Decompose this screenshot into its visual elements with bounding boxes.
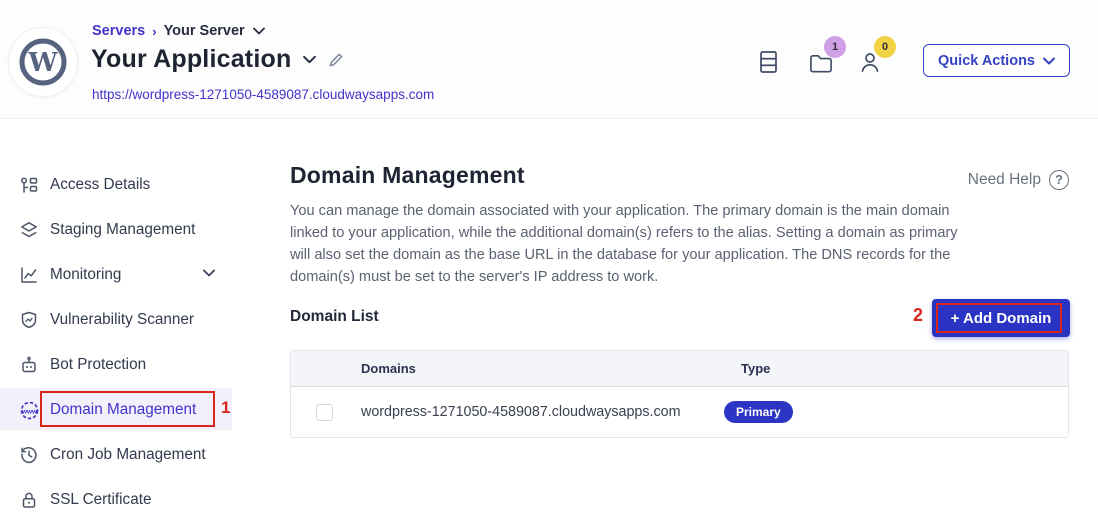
user-count-badge: 0	[874, 36, 896, 58]
shield-icon	[19, 310, 39, 330]
sidebar-item-label: Vulnerability Scanner	[50, 311, 194, 329]
annotation-number-1: 1	[221, 398, 230, 418]
database-icon[interactable]	[759, 48, 783, 74]
quick-actions-button[interactable]: Quick Actions	[923, 44, 1070, 77]
lock-icon	[19, 490, 39, 510]
annotation-box-1	[40, 391, 215, 427]
sidebar-list: Access Details Staging Management	[0, 119, 290, 521]
need-help-label: Need Help	[968, 171, 1041, 189]
globe-www-icon: www	[19, 400, 39, 420]
domain-name-cell: wordpress-1271050-4589087.cloudwaysapps.…	[361, 404, 681, 420]
quick-actions-label: Quick Actions	[938, 53, 1035, 69]
user-icon[interactable]: 0	[859, 48, 883, 74]
app-title-row: Your Application	[91, 45, 344, 74]
sidebar-item-domain-management[interactable]: www Domain Management 1	[0, 387, 290, 432]
history-clock-icon	[19, 445, 39, 465]
app-title-chevron-down-icon[interactable]	[303, 55, 316, 64]
sidebar-item-label: Cron Job Management	[50, 446, 206, 464]
sidebar-item-label: Staging Management	[50, 221, 195, 239]
svg-text:W: W	[27, 48, 58, 78]
chevron-down-icon	[1043, 57, 1055, 65]
app-header: W Servers › Your Server Your Application…	[0, 0, 1098, 119]
page-app-title: Your Application	[91, 45, 291, 74]
sidebar-item-vulnerability-scanner[interactable]: Vulnerability Scanner	[0, 297, 290, 342]
annotation-number-2: 2	[913, 305, 923, 326]
svg-text:www: www	[21, 408, 37, 415]
breadcrumb-server-name: Your Server	[164, 23, 245, 39]
sidebar-item-monitoring[interactable]: Monitoring	[0, 252, 290, 297]
question-circle-icon: ?	[1049, 170, 1069, 190]
domain-table: Domains Type wordpress-1271050-4589087.c…	[290, 350, 1069, 438]
chevron-down-icon	[253, 27, 265, 35]
domain-list-title: Domain List	[290, 308, 379, 326]
sidebar-item-staging-management[interactable]: Staging Management	[0, 207, 290, 252]
table-row: wordpress-1271050-4589087.cloudwaysapps.…	[291, 387, 1068, 437]
need-help-link[interactable]: Need Help ?	[968, 170, 1069, 190]
sidebar-item-cron-job-management[interactable]: Cron Job Management	[0, 432, 290, 477]
row-checkbox[interactable]	[316, 404, 333, 421]
sidebar-item-access-details[interactable]: Access Details	[0, 162, 290, 207]
cloudways-application-page: W Servers › Your Server Your Application…	[0, 0, 1098, 521]
wordpress-icon: W	[17, 36, 69, 88]
sidebar-item-label: Access Details	[50, 176, 150, 194]
folder-icon[interactable]: 1	[809, 48, 833, 74]
sidebar-item-bot-protection[interactable]: Bot Protection	[0, 342, 290, 387]
layers-icon	[19, 220, 39, 240]
edit-pencil-icon[interactable]	[328, 52, 344, 68]
breadcrumb: Servers › Your Server	[92, 23, 265, 39]
robot-icon	[19, 355, 39, 375]
wordpress-logo: W	[8, 27, 78, 97]
folder-count-badge: 1	[824, 36, 846, 58]
key-icon	[19, 175, 39, 195]
primary-type-badge: Primary	[724, 401, 793, 423]
column-header-type: Type	[741, 361, 770, 376]
breadcrumb-server-dropdown[interactable]: Your Server	[164, 23, 265, 39]
sidebar-item-label: Bot Protection	[50, 356, 146, 374]
sidebar: Access Details Staging Management	[0, 119, 290, 521]
sidebar-item-label: SSL Certificate	[50, 491, 151, 509]
chart-icon	[19, 265, 39, 285]
breadcrumb-separator: ›	[152, 24, 156, 39]
table-header-row: Domains Type	[291, 351, 1068, 387]
page-description: You can manage the domain associated wit…	[290, 200, 962, 288]
page-title: Domain Management	[290, 162, 525, 189]
app-url-link[interactable]: https://wordpress-1271050-4589087.cloudw…	[92, 87, 434, 102]
sidebar-item-label: Monitoring	[50, 266, 121, 284]
column-header-domains: Domains	[361, 361, 416, 376]
add-domain-button[interactable]: + Add Domain	[932, 299, 1070, 337]
sidebar-item-ssl-certificate[interactable]: SSL Certificate	[0, 477, 290, 521]
header-actions: 1 0 Quick Actions	[759, 44, 1070, 77]
breadcrumb-servers-link[interactable]: Servers	[92, 23, 145, 39]
chevron-down-icon	[203, 269, 215, 277]
